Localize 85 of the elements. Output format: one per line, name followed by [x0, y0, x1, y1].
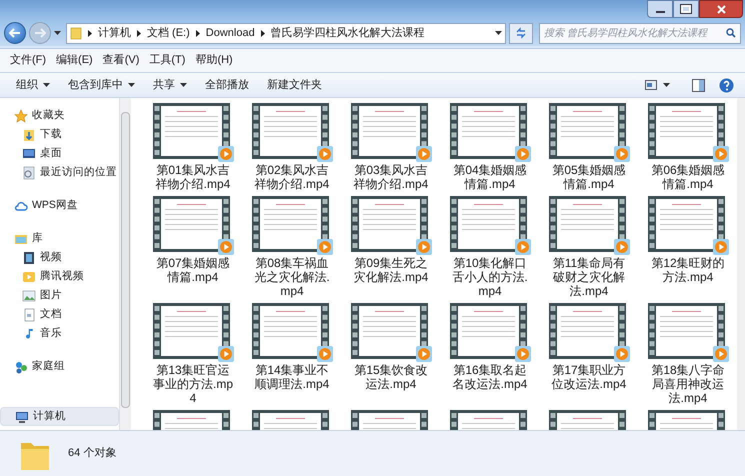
help-icon — [718, 78, 734, 92]
sidebar-item[interactable]: 文档 — [0, 305, 119, 324]
sidebar-item[interactable]: 腾讯视频 — [0, 267, 119, 286]
back-button[interactable] — [4, 22, 26, 44]
sidebar-item[interactable]: WPS网盘 — [0, 196, 119, 215]
film-icon — [22, 250, 36, 264]
menu-item[interactable]: 工具(T) — [144, 52, 190, 69]
sidebar-item[interactable]: 库 — [0, 229, 119, 248]
sidebar-item[interactable]: 视频 — [0, 248, 119, 267]
toolbar-button[interactable]: 共享 — [146, 75, 194, 95]
toolbar-button[interactable]: 全部播放 — [198, 75, 256, 95]
sidebar-item[interactable]: 桌面 — [0, 144, 119, 163]
file-name[interactable]: 第07集婚姻感情篇.mp4 — [153, 256, 233, 284]
menu-item[interactable]: 文件(F) — [5, 52, 52, 69]
monitor-icon — [22, 146, 36, 160]
sidebar-item[interactable]: 收藏夹 — [0, 106, 119, 125]
left-arrow-icon — [9, 28, 21, 38]
menu-item[interactable]: 查看(V) — [98, 52, 144, 69]
refresh-button[interactable] — [509, 22, 533, 44]
file-name[interactable]: 第05集婚姻感情篇.mp4 — [549, 163, 629, 191]
toolbar-button[interactable]: 新建文件夹 — [260, 75, 329, 95]
search-input[interactable]: 搜索 曾氏易学四柱风水化解大法课程 — [544, 26, 724, 40]
file-name[interactable]: 第08集车祸血光之灾化解法.mp4 — [252, 256, 332, 298]
file-name[interactable]: 第04集婚姻感情篇.mp4 — [450, 163, 530, 191]
right-arrow-icon — [34, 28, 46, 38]
play-icon — [22, 270, 36, 284]
picture-icon — [22, 288, 36, 302]
scrollbar[interactable] — [737, 98, 745, 430]
sidebar-item[interactable]: 计算机 — [0, 407, 119, 426]
address-bar[interactable]: 计算机 文档 (E:) Download 曾氏易学四柱风水化解大法课程 — [66, 22, 506, 44]
file-name[interactable]: 第15集饮食改运法.mp4 — [351, 363, 431, 391]
sidebar-item[interactable]: 图片 — [0, 286, 119, 305]
refresh-icon — [515, 27, 527, 39]
file-name[interactable]: 第18集八字命局喜用神改运法.mp4 — [648, 363, 728, 405]
file-name[interactable]: 第10集化解口舌小人的方法.mp4 — [450, 256, 530, 298]
star-icon — [14, 108, 28, 122]
folder-icon — [70, 26, 82, 40]
scrollbar[interactable] — [119, 98, 131, 430]
sidebar-item[interactable]: 家庭组 — [0, 357, 119, 376]
chevron-icon — [196, 30, 200, 36]
file-name[interactable]: 第02集风水吉祥物介绍.mp4 — [252, 163, 332, 191]
sidebar-item[interactable]: 最近访问的位置 — [0, 163, 119, 182]
file-name[interactable]: 第09集生死之灾化解法.mp4 — [351, 256, 431, 284]
chevron-icon — [88, 30, 92, 36]
chevron-icon — [260, 30, 265, 36]
close-icon — [716, 4, 726, 14]
caret-icon — [54, 31, 61, 35]
file-name[interactable]: 第11集命局有破财之灾化解法.mp4 — [549, 256, 629, 298]
search-field[interactable]: 搜索 曾氏易学四柱风水化解大法课程 — [539, 22, 741, 44]
file-name[interactable]: 第06集婚姻感情篇.mp4 — [648, 163, 728, 191]
maximize-button[interactable] — [673, 0, 699, 18]
caret-icon — [128, 83, 135, 87]
toolbar-button[interactable]: 包含到库中 — [61, 75, 142, 95]
file-name[interactable]: 第13集旺官运事业的方法.mp4 — [153, 363, 233, 405]
breadcrumb[interactable]: 曾氏易学四柱风水化解大法课程 — [270, 24, 425, 42]
breadcrumb[interactable]: Download — [206, 24, 255, 42]
folder-icon — [22, 128, 36, 142]
file-name[interactable]: 第14集事业不顺调理法.mp4 — [252, 363, 332, 391]
toolbar-button[interactable]: 组织 — [9, 75, 57, 95]
menu-item[interactable]: 编辑(E) — [51, 52, 98, 69]
computer-icon — [15, 410, 29, 424]
caret-icon — [663, 83, 670, 87]
item-count: 64 个对象 — [68, 446, 116, 462]
preview-pane-icon — [692, 78, 704, 92]
file-name[interactable]: 第01集风水吉祥物介绍.mp4 — [153, 163, 233, 191]
search-icon — [726, 28, 736, 38]
menu-item[interactable]: 帮助(H) — [190, 52, 238, 69]
file-name[interactable]: 第12集旺财的方法.mp4 — [648, 256, 728, 284]
caret-icon — [43, 83, 50, 87]
file-name[interactable]: 第16集取名起名改运法.mp4 — [450, 363, 530, 391]
file-name[interactable]: 第03集风水吉祥物介绍.mp4 — [351, 163, 431, 191]
breadcrumb[interactable]: 计算机 — [98, 24, 131, 42]
sidebar-item[interactable]: 音乐 — [0, 324, 119, 343]
document-icon — [22, 166, 36, 180]
minimize-button[interactable] — [647, 0, 673, 18]
document-icon — [22, 308, 36, 322]
breadcrumb[interactable]: 文档 (E:) — [147, 24, 190, 42]
file-name[interactable]: 第17集职业方位改运法.mp4 — [549, 363, 629, 391]
close-button[interactable] — [699, 0, 743, 18]
sidebar-item[interactable]: 下载 — [0, 125, 119, 144]
chevron-icon — [137, 30, 141, 36]
homegroup-icon — [14, 360, 28, 374]
view-icon — [645, 80, 657, 90]
caret-icon — [180, 83, 187, 87]
caret-icon — [495, 31, 502, 35]
